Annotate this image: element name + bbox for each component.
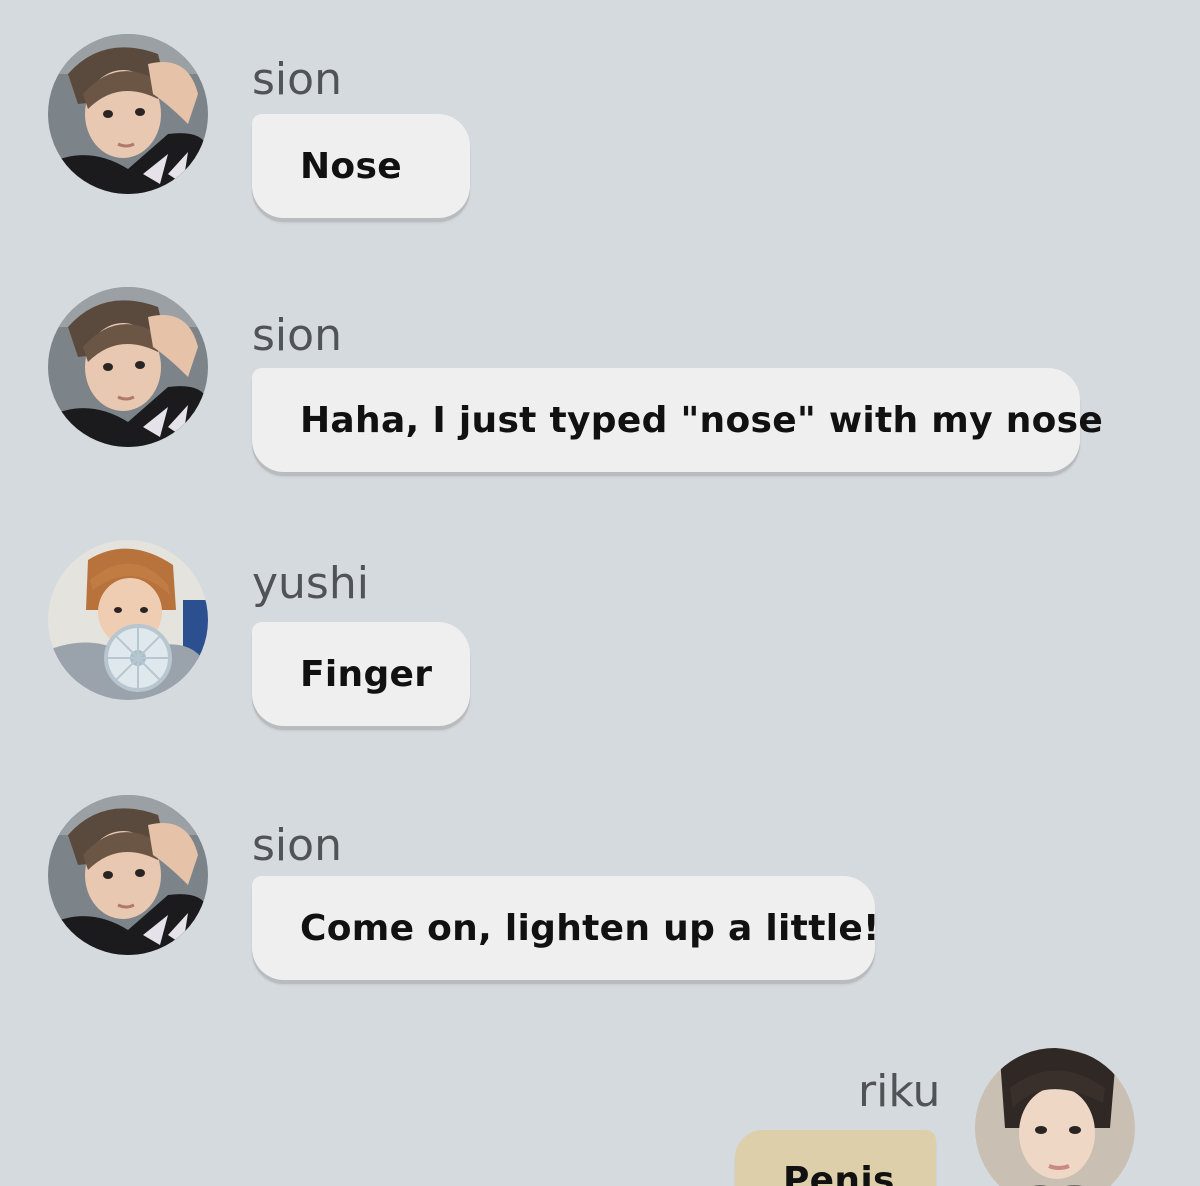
message-text: Finger <box>300 653 433 695</box>
message-bubble[interactable]: Nose <box>252 114 470 218</box>
message-bubble[interactable]: Haha, I just typed "nose" with my nose <box>252 368 1103 472</box>
chat-thread: sion Nose sion Haha, I just typed "nose"… <box>0 0 1200 1186</box>
sion-avatar[interactable] <box>48 795 208 955</box>
message-text: Penis <box>783 1160 895 1186</box>
message-text: Come on, lighten up a little! <box>300 907 880 949</box>
message-text: Nose <box>300 145 402 187</box>
sender-name: riku <box>858 1066 941 1117</box>
riku-avatar[interactable] <box>975 1048 1135 1186</box>
message-bubble[interactable]: Finger <box>252 622 470 726</box>
message-bubble[interactable]: Penis <box>735 1130 936 1186</box>
sion-avatar[interactable] <box>48 34 208 194</box>
sender-name: sion <box>252 820 342 871</box>
sender-name: sion <box>252 54 342 105</box>
yushi-avatar[interactable] <box>48 540 208 700</box>
message-bubble[interactable]: Come on, lighten up a little! <box>252 876 879 980</box>
sender-name: sion <box>252 310 342 361</box>
message-text: Haha, I just typed "nose" with my nose <box>300 399 1104 441</box>
sion-avatar[interactable] <box>48 287 208 447</box>
sender-name: yushi <box>252 558 369 609</box>
